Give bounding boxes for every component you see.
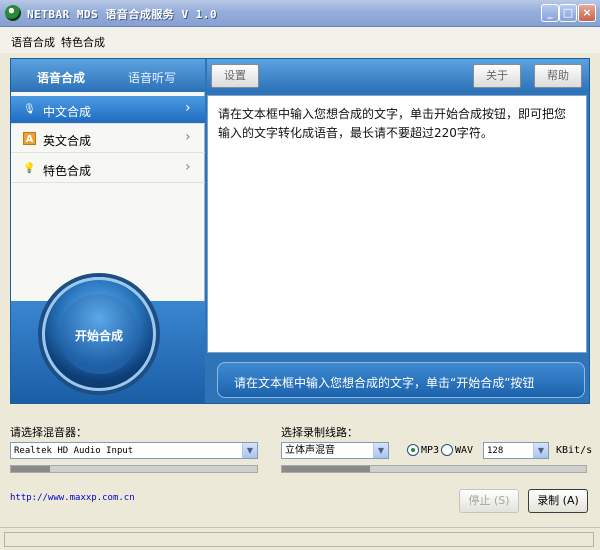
left-item-chinese[interactable]: 🎙 中文合成 › xyxy=(11,96,205,124)
text-input-area[interactable]: 请在文本框中输入您想合成的文字，单击开始合成按钮，即可把您输入的文字转化成语音，… xyxy=(207,95,587,353)
maximize-button[interactable]: □ xyxy=(559,4,577,22)
left-item-english[interactable]: A 英文合成 › xyxy=(11,125,205,153)
wav-label: WAV xyxy=(455,445,474,456)
window-title: NETBAR MDS 语音合成服务 V 1.0 xyxy=(27,8,218,21)
chevron-down-icon[interactable]: ▼ xyxy=(373,443,388,458)
app-logo-icon xyxy=(5,5,21,21)
chevron-right-icon: › xyxy=(185,100,191,116)
start-synthesis-button[interactable]: 开始合成 xyxy=(42,277,156,391)
left-item-label: 中文合成 xyxy=(43,105,92,119)
line-level-meter xyxy=(281,465,587,473)
close-button[interactable]: × xyxy=(578,4,596,22)
mp3-label: MP3 xyxy=(421,445,440,456)
chevron-down-icon[interactable]: ▼ xyxy=(533,443,548,458)
mixer-select[interactable]: Realtek HD Audio Input ▼ xyxy=(10,442,258,459)
website-link[interactable]: http://www.maxxp.com.cn xyxy=(10,493,135,503)
bulb-icon: 💡 xyxy=(23,163,36,174)
line-label: 选择录制线路： xyxy=(281,426,358,439)
left-item-special[interactable]: 💡 特色合成 › xyxy=(11,155,205,183)
mixer-label: 请选择混音器： xyxy=(10,426,87,439)
mixer-level-fill xyxy=(11,466,51,472)
minimize-button[interactable]: _ xyxy=(541,4,559,22)
line-level-fill xyxy=(282,466,371,472)
text-content: 请在文本框中输入您想合成的文字，单击开始合成按钮，即可把您输入的文字转化成语音，… xyxy=(218,107,567,140)
about-button[interactable]: 关于 xyxy=(473,64,521,88)
left-item-label: 英文合成 xyxy=(43,134,92,148)
status-pane xyxy=(4,532,594,547)
letter-a-icon: A xyxy=(23,132,36,145)
menu-item-tts[interactable]: 语音合成 xyxy=(11,34,55,50)
tab-dictation[interactable]: 语音听写 xyxy=(128,69,176,86)
bitrate-unit: KBit/s xyxy=(556,445,593,456)
microphone-icon: 🎙 xyxy=(23,104,36,115)
menu-item-special[interactable]: 特色合成 xyxy=(61,34,105,50)
left-item-label: 特色合成 xyxy=(43,164,92,178)
left-panel: 语音合成 语音听写 🎙 中文合成 › A 英文合成 › 💡 特色合成 › 开始合… xyxy=(11,59,205,403)
left-tabs: 语音合成 语音听写 xyxy=(11,59,205,92)
chevron-down-icon[interactable]: ▼ xyxy=(242,443,257,458)
line-select[interactable]: 立体声混音 ▼ xyxy=(281,442,389,459)
chevron-right-icon: › xyxy=(185,159,191,175)
mp3-radio[interactable] xyxy=(407,444,419,456)
line-value: 立体声混音 xyxy=(285,445,335,456)
menu-bar: 语音合成 特色合成 xyxy=(0,27,600,53)
main-panel: 语音合成 语音听写 🎙 中文合成 › A 英文合成 › 💡 特色合成 › 开始合… xyxy=(10,58,590,404)
chevron-right-icon: › xyxy=(185,129,191,145)
mixer-level-meter xyxy=(10,465,258,473)
bitrate-value: 128 xyxy=(487,446,504,456)
record-button[interactable]: 录制 (A) xyxy=(528,489,588,513)
right-toolbar: 设置 关于 帮助 xyxy=(207,59,589,92)
settings-button[interactable]: 设置 xyxy=(211,64,259,88)
mixer-value: Realtek HD Audio Input xyxy=(14,446,134,456)
hint-text: 请在文本框中输入您想合成的文字，单击“开始合成”按钮 xyxy=(234,376,535,390)
tab-tts[interactable]: 语音合成 xyxy=(37,69,85,86)
bitrate-select[interactable]: 128 ▼ xyxy=(483,442,549,459)
title-bar: NETBAR MDS 语音合成服务 V 1.0 _ □ × xyxy=(0,0,600,27)
status-bar xyxy=(0,527,600,550)
stop-button[interactable]: 停止 (S) xyxy=(459,489,519,513)
wav-radio[interactable] xyxy=(441,444,453,456)
hint-banner: 请在文本框中输入您想合成的文字，单击“开始合成”按钮 xyxy=(217,362,585,398)
help-button[interactable]: 帮助 xyxy=(534,64,582,88)
start-button-label: 开始合成 xyxy=(74,329,123,343)
